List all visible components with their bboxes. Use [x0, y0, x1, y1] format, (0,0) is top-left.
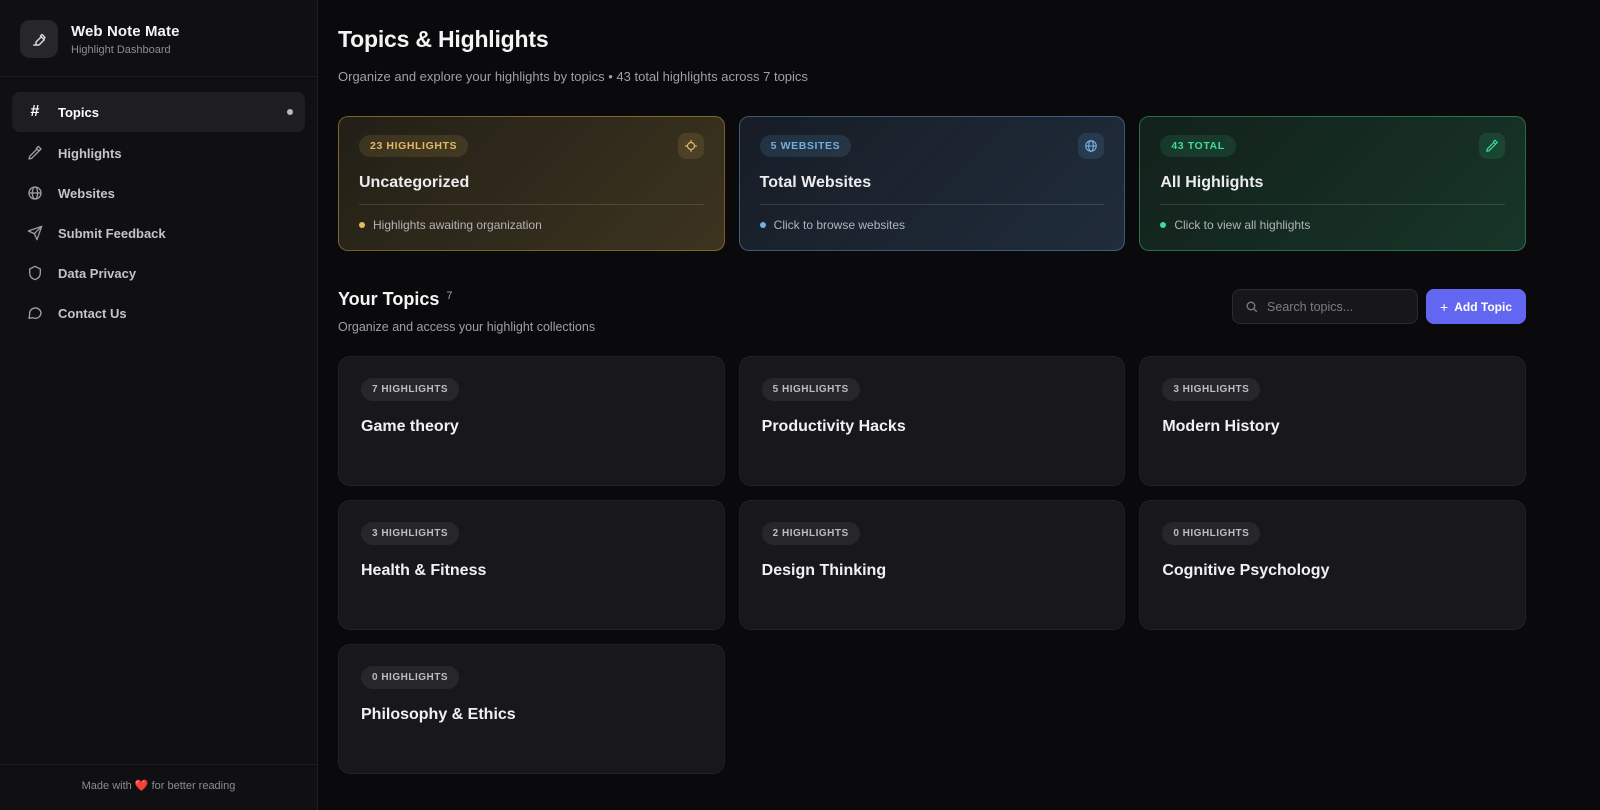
sidebar-item-submit-feedback[interactable]: Submit Feedback — [12, 214, 305, 252]
app-logo-icon — [20, 20, 58, 58]
summary-badge: 23 HIGHLIGHTS — [359, 135, 468, 157]
topic-title: Philosophy & Ethics — [361, 706, 702, 724]
sidebar-nav: # Topics Highlights Websites Submit Feed… — [0, 91, 317, 333]
search-topics-input[interactable] — [1267, 300, 1405, 314]
topic-count-badge: 0 HIGHLIGHTS — [1162, 522, 1260, 545]
app-header: Web Note Mate Highlight Dashboard — [0, 0, 317, 77]
search-icon — [1245, 300, 1258, 313]
summary-note-text: Click to view all highlights — [1174, 218, 1310, 232]
sidebar-item-websites[interactable]: Websites — [12, 174, 305, 212]
topic-title: Cognitive Psychology — [1162, 562, 1503, 580]
status-dot — [359, 222, 365, 228]
topic-count-badge: 7 HIGHLIGHTS — [361, 378, 459, 401]
topic-title: Design Thinking — [762, 562, 1103, 580]
summary-card-title: All Highlights — [1160, 174, 1505, 192]
app-name: Web Note Mate — [71, 23, 180, 40]
topic-card-design-thinking[interactable]: 2 HIGHLIGHTS Design Thinking — [739, 500, 1126, 630]
topics-grid: 7 HIGHLIGHTS Game theory 5 HIGHLIGHTS Pr… — [338, 356, 1526, 774]
topic-card-productivity-hacks[interactable]: 5 HIGHLIGHTS Productivity Hacks — [739, 356, 1126, 486]
globe-icon — [26, 185, 44, 201]
topic-title: Game theory — [361, 418, 702, 436]
sidebar-item-label: Topics — [58, 105, 99, 120]
highlighter-icon — [1479, 133, 1505, 159]
summary-note-text: Click to browse websites — [774, 218, 905, 232]
topic-card-cognitive-psychology[interactable]: 0 HIGHLIGHTS Cognitive Psychology — [1139, 500, 1526, 630]
topic-title: Modern History — [1162, 418, 1503, 436]
topic-count-badge: 3 HIGHLIGHTS — [1162, 378, 1260, 401]
sidebar: Web Note Mate Highlight Dashboard # Topi… — [0, 0, 318, 810]
topic-title: Productivity Hacks — [762, 418, 1103, 436]
topics-section-title: Your Topics — [338, 289, 439, 310]
topic-card-modern-history[interactable]: 3 HIGHLIGHTS Modern History — [1139, 356, 1526, 486]
hash-icon: # — [26, 103, 44, 121]
divider — [1160, 204, 1505, 205]
topic-card-philosophy-ethics[interactable]: 0 HIGHLIGHTS Philosophy & Ethics — [338, 644, 725, 774]
divider — [359, 204, 704, 205]
sidebar-item-topics[interactable]: # Topics — [12, 92, 305, 132]
summary-note-text: Highlights awaiting organization — [373, 218, 542, 232]
summary-card-title: Uncategorized — [359, 174, 704, 192]
topic-count-badge: 2 HIGHLIGHTS — [762, 522, 860, 545]
topics-section-header: Your Topics 7 Organize and access your h… — [338, 289, 1526, 334]
contact-icon — [26, 305, 44, 321]
summary-badge: 43 TOTAL — [1160, 135, 1235, 157]
summary-cards-row: 23 HIGHLIGHTS Uncategorized Highlights a… — [338, 116, 1526, 251]
topic-card-game-theory[interactable]: 7 HIGHLIGHTS Game theory — [338, 356, 725, 486]
sidebar-item-label: Highlights — [58, 146, 122, 161]
status-dot — [1160, 222, 1166, 228]
topics-section-subtitle: Organize and access your highlight colle… — [338, 320, 595, 334]
highlighter-icon — [26, 145, 44, 161]
sidebar-footer: Made with ❤️ for better reading — [0, 764, 317, 810]
summary-badge: 5 WEBSITES — [760, 135, 852, 157]
topic-title: Health & Fitness — [361, 562, 702, 580]
shield-icon — [26, 265, 44, 281]
sidebar-item-contact-us[interactable]: Contact Us — [12, 294, 305, 332]
summary-card-note: Click to browse websites — [760, 218, 1105, 232]
status-dot — [760, 222, 766, 228]
topic-count-badge: 0 HIGHLIGHTS — [361, 666, 459, 689]
topic-count-badge: 3 HIGHLIGHTS — [361, 522, 459, 545]
topics-count: 7 — [446, 290, 452, 302]
main-content: Topics & Highlights Organize and explore… — [318, 0, 1600, 810]
add-topic-button[interactable]: + Add Topic — [1426, 289, 1526, 324]
sidebar-item-highlights[interactable]: Highlights — [12, 134, 305, 172]
add-topic-label: Add Topic — [1454, 300, 1512, 314]
summary-card-note: Highlights awaiting organization — [359, 218, 704, 232]
sidebar-item-label: Websites — [58, 186, 115, 201]
sidebar-item-label: Data Privacy — [58, 266, 136, 281]
sidebar-item-label: Contact Us — [58, 306, 127, 321]
page-title: Topics & Highlights — [338, 26, 1526, 53]
sidebar-item-label: Submit Feedback — [58, 226, 166, 241]
topic-count-badge: 5 HIGHLIGHTS — [762, 378, 860, 401]
paper-plane-icon — [26, 225, 44, 241]
summary-card-uncategorized[interactable]: 23 HIGHLIGHTS Uncategorized Highlights a… — [338, 116, 725, 251]
page-subtitle: Organize and explore your highlights by … — [338, 69, 1526, 84]
plus-icon: + — [1440, 299, 1448, 315]
summary-card-all-highlights[interactable]: 43 TOTAL All Highlights Click to view al… — [1139, 116, 1526, 251]
summary-card-total-websites[interactable]: 5 WEBSITES Total Websites Click to brows… — [739, 116, 1126, 251]
summary-card-note: Click to view all highlights — [1160, 218, 1505, 232]
summary-card-title: Total Websites — [760, 174, 1105, 192]
sidebar-item-data-privacy[interactable]: Data Privacy — [12, 254, 305, 292]
divider — [760, 204, 1105, 205]
topic-card-health-fitness[interactable]: 3 HIGHLIGHTS Health & Fitness — [338, 500, 725, 630]
search-topics-box[interactable] — [1232, 289, 1418, 324]
target-icon — [678, 133, 704, 159]
app-subtitle: Highlight Dashboard — [71, 44, 180, 56]
globe-icon — [1078, 133, 1104, 159]
active-indicator-dot — [287, 109, 293, 115]
